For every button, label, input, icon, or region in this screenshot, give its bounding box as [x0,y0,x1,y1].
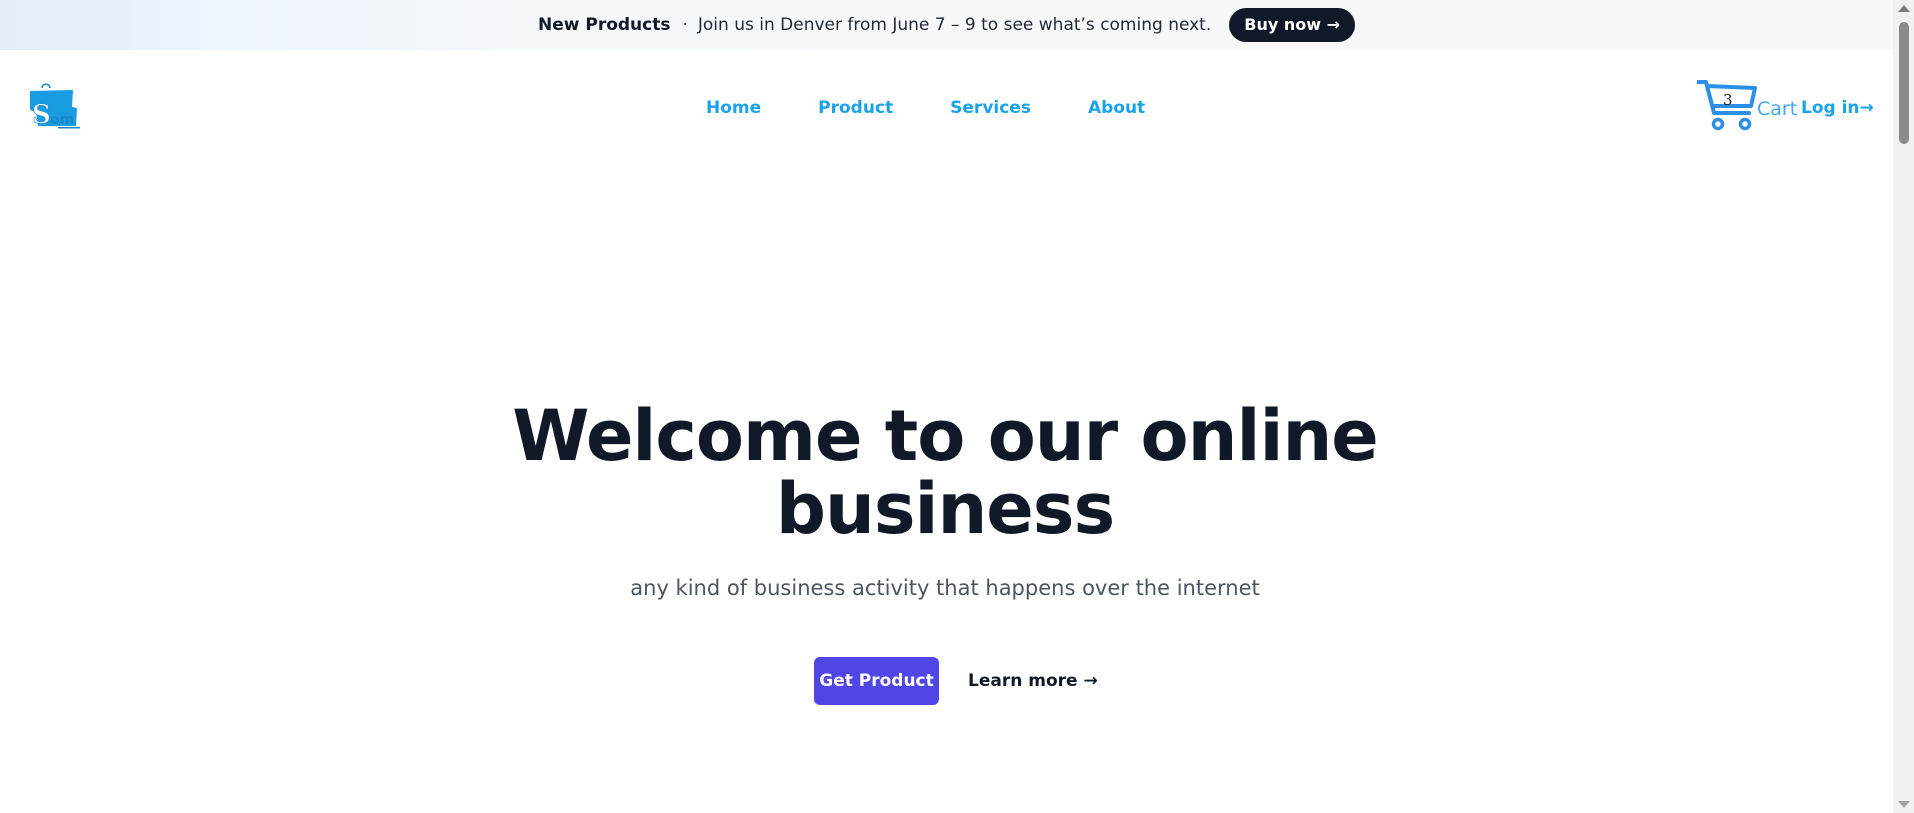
nav-about[interactable]: About [1088,98,1145,118]
scrollbar-thumb[interactable] [1899,22,1909,144]
buy-now-button[interactable]: Buy now → [1229,8,1355,42]
learn-more-link[interactable]: Learn more → [968,671,1098,691]
nav-home[interactable]: Home [706,98,761,118]
nav-services[interactable]: Services [950,98,1031,118]
cart-link[interactable]: Cart [1757,98,1797,120]
shopping-bag-logo-icon[interactable]: S om [28,82,98,132]
banner-label: New Products [537,15,671,35]
announcement-banner: New Products · Join us in Denver from Ju… [0,0,1893,50]
main-nav: Home Product Services About [706,98,1145,118]
hero-subtitle: any kind of business activity that happe… [630,576,1260,600]
hero-actions: Get Product Learn more → [814,657,1098,705]
nav-product[interactable]: Product [818,98,893,118]
banner-separator: · [682,15,688,35]
get-product-button[interactable]: Get Product [814,657,939,705]
hero-title: Welcome to our online business [0,400,1890,546]
site-header: S om Home Product Services About 3 Cart … [0,50,1893,168]
scroll-down-arrow-icon[interactable] [1898,801,1910,808]
scroll-up-arrow-icon[interactable] [1898,5,1910,12]
svg-text:om: om [50,112,74,128]
hero-title-line2: business [775,468,1115,550]
cart-count-badge: 3 [1723,91,1733,109]
page: New Products · Join us in Denver from Ju… [0,0,1893,813]
banner-message: Join us in Denver from June 7 – 9 to see… [697,15,1212,35]
svg-text:S: S [32,100,51,130]
login-link[interactable]: Log in→ [1801,98,1874,118]
hero-title-line1: Welcome to our online [512,395,1379,477]
